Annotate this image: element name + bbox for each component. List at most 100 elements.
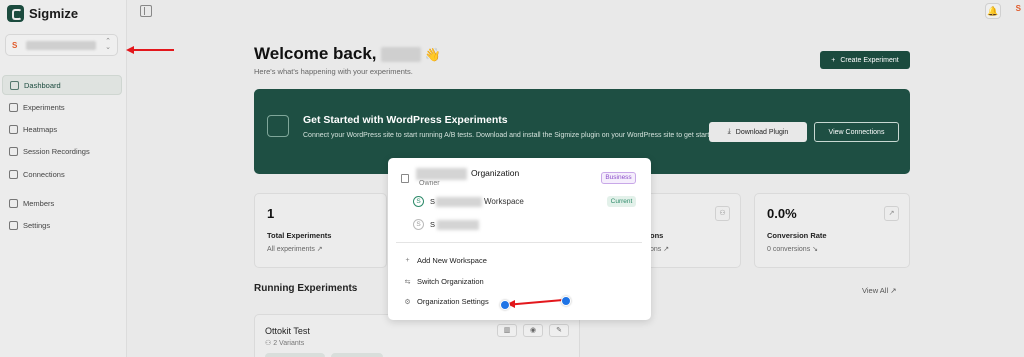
create-experiment-button[interactable]: + Create Experiment: [820, 51, 910, 69]
bell-icon[interactable]: 🔔: [985, 3, 1001, 19]
sidebar: Sigmize S ⌃ ⌄ Dashboard Experiments Heatm…: [0, 0, 127, 357]
download-plugin-button[interactable]: ⤓ Download Plugin: [709, 122, 807, 142]
brand[interactable]: Sigmize: [7, 5, 78, 22]
sidebar-item-label: Heatmaps: [23, 125, 58, 135]
organization-name-redacted: [416, 168, 467, 180]
workspace-prefix: S: [430, 197, 436, 206]
sidebar-item-label: Experiments: [23, 102, 65, 112]
gear-icon: ⚙: [404, 298, 411, 306]
annotation-arrow-shaft: [133, 49, 174, 51]
workspace-avatar: S: [413, 219, 424, 230]
organization-settings-item[interactable]: ⚙ Organization Settings: [404, 297, 489, 306]
plugin-icon: [267, 115, 289, 137]
stat-card-total-experiments: 1 Total Experiments All experiments ↗: [254, 193, 387, 268]
sidebar-toggle-icon[interactable]: [140, 5, 152, 17]
download-plugin-label: Download Plugin: [735, 128, 789, 136]
analytics-icon[interactable]: ▥: [497, 324, 517, 337]
workspace-item[interactable]: S: [430, 220, 435, 229]
stat-link[interactable]: All experiments ↗: [267, 245, 323, 253]
stat-label: Total Experiments: [267, 231, 332, 240]
gear-icon: [9, 221, 18, 231]
experiment-name: Ottokit Test: [265, 326, 310, 336]
stat-label: ons: [650, 231, 664, 240]
sidebar-item-dashboard[interactable]: Dashboard: [2, 75, 122, 95]
menu-item-label: Switch Organization: [417, 277, 484, 286]
organization-label: Organization: [471, 168, 520, 178]
menu-item-label: Add New Workspace: [417, 256, 487, 265]
plus-icon: +: [831, 56, 836, 64]
switch-organization-item[interactable]: ⇆ Switch Organization: [404, 277, 484, 286]
workspace-name-redacted: [437, 220, 479, 230]
experiments-icon: [9, 102, 18, 112]
dashboard-icon: [10, 80, 19, 90]
user-name-redacted: [380, 47, 421, 63]
banner-title: Get Started with WordPress Experiments: [303, 114, 508, 126]
plus-icon: +: [405, 257, 410, 264]
organization-popup: Organization Owner Business S S Workspac…: [388, 158, 651, 320]
eye-icon[interactable]: ◉: [523, 324, 543, 337]
heatmap-icon: [9, 125, 18, 135]
sidebar-item-experiments[interactable]: Experiments: [2, 97, 122, 117]
workspace-name-redacted: [436, 197, 482, 207]
current-badge: Current: [607, 196, 636, 207]
workspace-item-current[interactable]: Workspace: [484, 197, 524, 206]
annotation-dot: [500, 300, 510, 310]
chevron-up-down-icon: ⌃ ⌄: [105, 38, 111, 51]
sigmize-logo-icon: [7, 5, 24, 22]
workspace-avatar: S: [413, 196, 424, 207]
workspace-initial: S: [12, 40, 18, 50]
sidebar-nav: Dashboard Experiments Heatmaps Session R…: [2, 75, 122, 238]
create-experiment-label: Create Experiment: [840, 56, 899, 64]
users-icon: [9, 198, 18, 208]
trend-up-icon: ↗: [884, 206, 899, 221]
sidebar-item-session-recordings[interactable]: Session Recordings: [2, 142, 122, 162]
users-icon: ⚇: [715, 206, 730, 221]
page-title: Welcome back, 👋: [254, 44, 441, 64]
page-subtitle: Here's what's happening with your experi…: [254, 67, 413, 76]
banner-description: Connect your WordPress site to start run…: [303, 132, 720, 139]
experiment-variants: ⚇ 2 Variants: [265, 340, 305, 347]
variant-pill: [265, 353, 325, 357]
sidebar-item-label: Connections: [23, 169, 65, 179]
sidebar-item-connections[interactable]: Connections: [2, 164, 122, 184]
stat-link[interactable]: 0 conversions ↘: [767, 245, 818, 253]
variant-pill: [331, 353, 383, 357]
user-avatar[interactable]: S: [1016, 4, 1021, 13]
stat-value: 1: [267, 206, 275, 221]
menu-item-label: Organization Settings: [417, 297, 489, 306]
view-all-link[interactable]: View All ↗: [862, 286, 897, 295]
view-connections-button[interactable]: View Connections: [814, 122, 899, 142]
sidebar-item-members[interactable]: Members: [2, 193, 122, 213]
brand-name: Sigmize: [29, 6, 79, 21]
wave-emoji: 👋: [424, 47, 441, 62]
plan-badge: Business: [601, 172, 636, 184]
sidebar-item-label: Settings: [23, 221, 51, 231]
stat-card-conversion-rate: ↗ 0.0% Conversion Rate 0 conversions ↘: [754, 193, 910, 268]
sidebar-item-heatmaps[interactable]: Heatmaps: [2, 120, 122, 140]
switch-icon: ⇆: [404, 278, 411, 286]
add-workspace-item[interactable]: + Add New Workspace: [404, 256, 487, 265]
edit-icon[interactable]: ✎: [549, 324, 569, 337]
topbar: 🔔 S: [128, 0, 1024, 22]
experiment-actions: ▥ ◉ ✎: [497, 324, 569, 337]
workspace-name-redacted: [26, 40, 96, 50]
annotation-arrow-head: [126, 46, 134, 54]
annotation-dot: [561, 296, 571, 306]
building-icon: [401, 174, 409, 183]
welcome-text: Welcome back,: [254, 44, 377, 63]
organization-switcher[interactable]: S ⌃ ⌄: [5, 34, 118, 56]
sidebar-item-settings[interactable]: Settings: [2, 216, 122, 236]
stat-label: Conversion Rate: [767, 231, 827, 240]
sidebar-item-label: Members: [23, 198, 55, 208]
experiment-card[interactable]: Ottokit Test ⚇ 2 Variants ▥ ◉ ✎: [254, 314, 580, 357]
stat-link[interactable]: ons ↗: [650, 245, 669, 253]
download-icon: ⤓: [727, 128, 731, 135]
divider: [396, 242, 642, 243]
stat-value: 0.0%: [767, 206, 797, 221]
link-icon: [9, 169, 18, 179]
video-icon: [9, 147, 18, 157]
sidebar-item-label: Session Recordings: [23, 147, 90, 157]
sidebar-item-label: Dashboard: [24, 80, 61, 90]
role-label: Owner: [419, 180, 440, 187]
nav-separator: [2, 186, 122, 193]
